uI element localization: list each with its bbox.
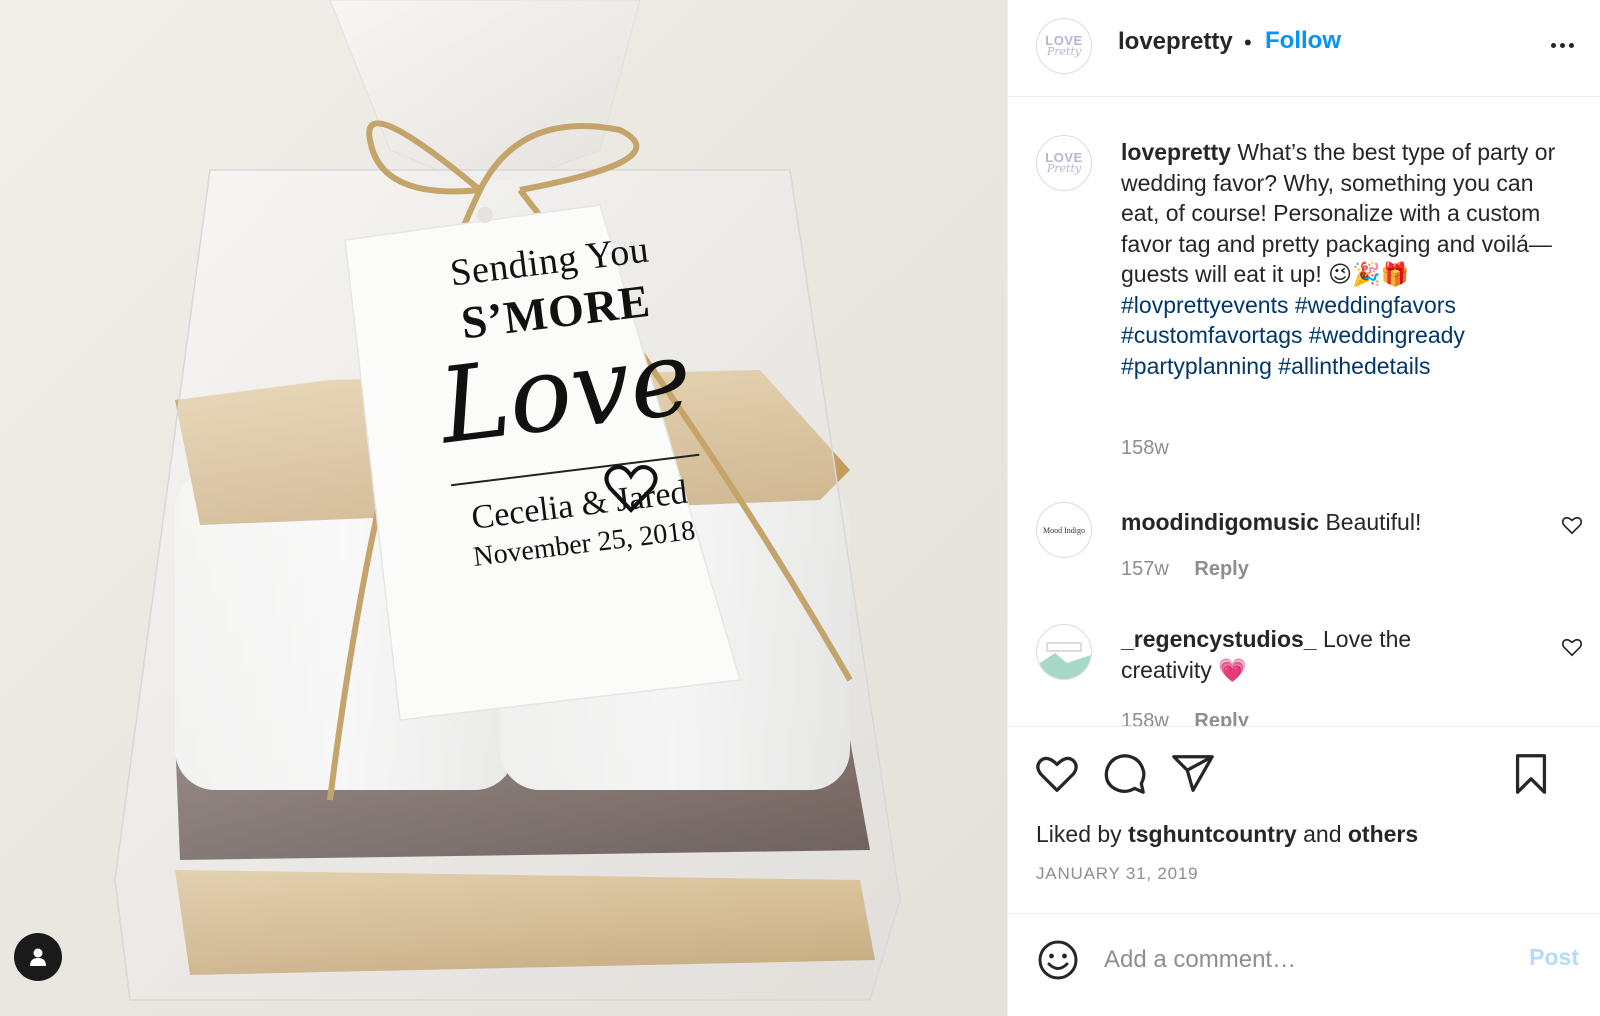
user-tag-icon: [30, 948, 46, 966]
add-comment-bar: Post: [1008, 914, 1600, 1016]
commenter-avatar[interactable]: Mood Indigo: [1036, 502, 1092, 558]
likes-and: and: [1303, 821, 1342, 847]
likes-summary: Liked by tsghuntcountry and others: [1036, 821, 1418, 848]
comment-username[interactable]: moodindigomusic: [1121, 509, 1319, 535]
comment-meta: 157w Reply: [1121, 558, 1249, 581]
post-date: JANUARY 31, 2019: [1036, 864, 1199, 883]
comment-text: moodindigomusic Beautiful!: [1121, 507, 1521, 538]
liked-by-username[interactable]: tsghuntcountry: [1128, 821, 1297, 847]
comment-item: Mood Indigo moodindigomusic Beautiful! 1…: [1008, 502, 1600, 602]
tag-heart-icon: [604, 465, 658, 513]
caption-item: LOVE Pretty lovepretty What’s the best t…: [1008, 97, 1600, 477]
reply-button[interactable]: Reply: [1194, 558, 1248, 580]
comments-list[interactable]: LOVE Pretty lovepretty What’s the best t…: [1008, 97, 1600, 727]
separator-dot: •: [1244, 30, 1252, 55]
commenter-avatar[interactable]: [1036, 624, 1092, 680]
caption-avatar[interactable]: LOVE Pretty: [1036, 135, 1092, 191]
post-header: LOVE Pretty lovepretty • Follow: [1008, 0, 1600, 97]
caption-username[interactable]: lovepretty: [1121, 139, 1231, 165]
regency-logo-icon: [1037, 642, 1091, 679]
liked-by-others[interactable]: others: [1348, 821, 1418, 847]
caption-text: lovepretty What’s the best type of party…: [1121, 137, 1561, 381]
post-photo: Sending You S’MORE Love Cecelia & Jared …: [0, 0, 1007, 1016]
post-comment-button[interactable]: Post: [1529, 944, 1579, 971]
reply-button[interactable]: Reply: [1194, 710, 1248, 726]
like-comment-heart-icon[interactable]: [1561, 636, 1583, 658]
author-avatar[interactable]: LOVE Pretty: [1036, 18, 1092, 74]
favor-tag-text: Sending You S’MORE Love Cecelia & Jared …: [398, 221, 735, 578]
comment-text: _regencystudios_ Love the creativity 💗: [1121, 624, 1501, 685]
bookmark-icon[interactable]: [1508, 751, 1554, 797]
comment-meta: 158w Reply: [1121, 710, 1249, 727]
caption-hashtags[interactable]: #lovprettyevents #weddingfavors #customf…: [1121, 292, 1465, 379]
share-icon[interactable]: [1170, 751, 1216, 797]
post-side-panel: LOVE Pretty lovepretty • Follow LOVE Pre…: [1007, 0, 1600, 1016]
comment-username[interactable]: _regencystudios_: [1121, 626, 1317, 652]
emoji-icon[interactable]: [1036, 938, 1080, 982]
likes-prefix: Liked by: [1036, 821, 1122, 847]
tagged-users-button[interactable]: [14, 933, 62, 981]
avatar-logo-script: Pretty: [1046, 45, 1082, 58]
like-comment-heart-icon[interactable]: [1561, 514, 1583, 536]
author-username[interactable]: lovepretty: [1118, 28, 1233, 56]
more-icon: [1550, 42, 1556, 48]
comment-age: 157w: [1121, 558, 1169, 580]
heart-icon[interactable]: [1034, 751, 1080, 797]
comment-input[interactable]: [1104, 940, 1474, 980]
post-actions: Liked by tsghuntcountry and others JANUA…: [1008, 727, 1600, 914]
caption-age: 158w: [1121, 437, 1169, 459]
comment-item: _regencystudios_ Love the creativity 💗 1…: [1008, 624, 1600, 727]
follow-button[interactable]: Follow: [1265, 27, 1341, 55]
comment-body: Beautiful!: [1325, 509, 1422, 535]
comment-icon[interactable]: [1102, 751, 1148, 797]
comment-age: 158w: [1121, 710, 1169, 727]
more-options-button[interactable]: [1547, 30, 1577, 60]
